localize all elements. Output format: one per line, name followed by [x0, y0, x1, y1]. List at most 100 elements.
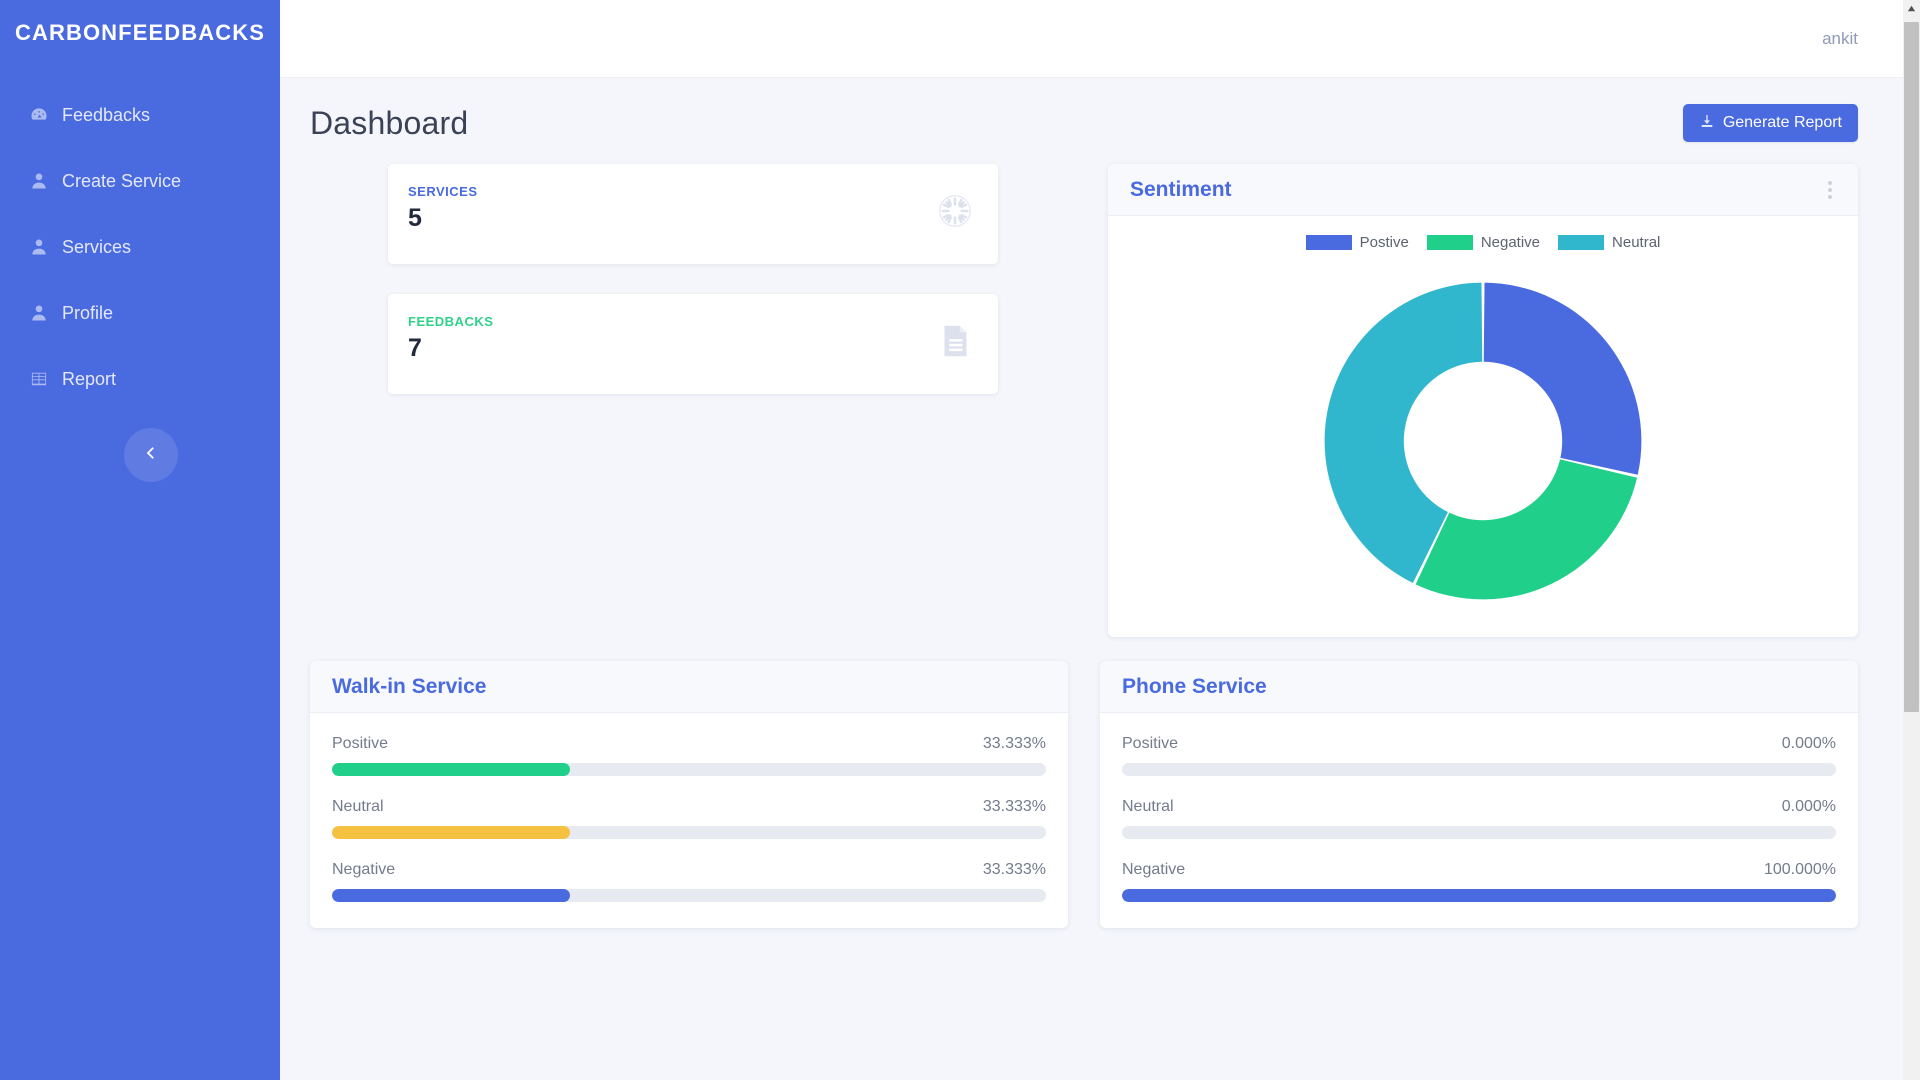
progress-value: 100.000%	[1764, 861, 1836, 879]
stat-label: FEEDBACKS	[408, 314, 493, 329]
progress-value: 0.000%	[1782, 798, 1836, 816]
stat-card-feedbacks[interactable]: FEEDBACKS 7	[388, 294, 998, 394]
sidebar-item-create-service[interactable]: Create Service	[0, 160, 280, 202]
brand-logo: CARBONFEEDBACKS	[0, 0, 280, 46]
progress-head: Neutral 0.000%	[1122, 798, 1836, 816]
sidebar-item-report[interactable]: Report	[0, 358, 280, 400]
sidebar-item-label: Profile	[62, 303, 113, 324]
legend-label: Postive	[1360, 234, 1409, 251]
progress-head: Negative 33.333%	[332, 861, 1046, 879]
legend-item[interactable]: Postive	[1306, 234, 1409, 251]
legend-item[interactable]: Negative	[1427, 234, 1540, 251]
chart-legend: Postive Negative Neutral	[1108, 234, 1858, 251]
progress-fill	[332, 763, 570, 776]
progress-fill	[1122, 889, 1836, 902]
progress-value: 33.333%	[983, 861, 1046, 879]
stat-text: FEEDBACKS 7	[408, 314, 493, 363]
top-row: SERVICES 5	[280, 142, 1920, 637]
sidebar-item-profile[interactable]: Profile	[0, 292, 280, 334]
walkin-service-title: Walk-in Service	[332, 675, 486, 699]
stat-card-services[interactable]: SERVICES 5	[388, 164, 998, 264]
progress-label: Positive	[1122, 735, 1178, 753]
legend-item[interactable]: Neutral	[1558, 234, 1660, 251]
progress-head: Negative 100.000%	[1122, 861, 1836, 879]
stat-value: 7	[408, 334, 493, 363]
sidebar-item-label: Feedbacks	[62, 105, 150, 126]
sentiment-card: Sentiment Postive Negative	[1108, 164, 1858, 637]
scrollbar-thumb[interactable]	[1904, 22, 1919, 712]
service-row: Walk-in Service Positive 33.333%	[280, 637, 1920, 928]
legend-swatch	[1427, 235, 1473, 250]
donut-chart-wrapper	[1108, 265, 1858, 617]
stat-text: SERVICES 5	[408, 184, 478, 233]
page-scrollbar[interactable]	[1903, 0, 1920, 1080]
progress-track	[332, 763, 1046, 776]
progress-track	[332, 826, 1046, 839]
progress-value: 33.333%	[983, 798, 1046, 816]
user-icon	[28, 302, 50, 324]
legend-label: Neutral	[1612, 234, 1660, 251]
walkin-service-card: Walk-in Service Positive 33.333%	[310, 661, 1068, 928]
progress-label: Positive	[332, 735, 388, 753]
page-title: Dashboard	[310, 105, 468, 142]
progress-fill	[332, 889, 570, 902]
progress-track	[1122, 763, 1836, 776]
progress-fill	[332, 826, 570, 839]
dashboard-page: CARBONFEEDBACKS Feedbacks Create Service…	[0, 0, 1920, 1080]
user-menu[interactable]: ankit	[1822, 29, 1858, 49]
top-bar: ankit	[280, 0, 1920, 78]
sidebar-item-services[interactable]: Services	[0, 226, 280, 268]
progress-head: Positive 0.000%	[1122, 735, 1836, 753]
caret-up-icon[interactable]	[1903, 0, 1920, 17]
progress-row: Neutral 0.000%	[1122, 798, 1836, 839]
sentiment-card-header: Sentiment	[1108, 164, 1858, 216]
legend-label: Negative	[1481, 234, 1540, 251]
phone-service-title: Phone Service	[1122, 675, 1267, 699]
sidebar-item-label: Services	[62, 237, 131, 258]
phone-service-card: Phone Service Positive 0.000%	[1100, 661, 1858, 928]
donut-slice[interactable]	[1484, 283, 1642, 475]
legend-swatch	[1558, 235, 1604, 250]
generate-report-label: Generate Report	[1723, 114, 1842, 132]
user-icon	[28, 236, 50, 258]
speedometer-icon	[28, 104, 50, 126]
progress-row: Negative 100.000%	[1122, 861, 1836, 902]
sentiment-title: Sentiment	[1130, 178, 1232, 202]
document-icon	[934, 320, 976, 362]
progress-row: Negative 33.333%	[332, 861, 1046, 902]
progress-head: Neutral 33.333%	[332, 798, 1046, 816]
spinner-icon	[934, 190, 976, 232]
stats-column: SERVICES 5	[310, 164, 1076, 424]
progress-row: Positive 33.333%	[332, 735, 1046, 776]
sentiment-donut-chart[interactable]	[1307, 265, 1659, 617]
progress-label: Negative	[332, 861, 395, 879]
user-icon	[28, 170, 50, 192]
phone-service-header: Phone Service	[1100, 661, 1858, 713]
chevron-left-icon	[142, 444, 160, 467]
walkin-service-body: Positive 33.333% Neutral 33.333%	[310, 713, 1068, 928]
progress-track	[1122, 826, 1836, 839]
progress-label: Neutral	[332, 798, 384, 816]
progress-head: Positive 33.333%	[332, 735, 1046, 753]
kebab-menu-icon[interactable]	[1824, 177, 1836, 203]
walkin-service-header: Walk-in Service	[310, 661, 1068, 713]
progress-row: Neutral 33.333%	[332, 798, 1046, 839]
sidebar-item-label: Create Service	[62, 171, 181, 192]
donut-slice[interactable]	[1416, 459, 1637, 599]
progress-value: 0.000%	[1782, 735, 1836, 753]
phone-service-body: Positive 0.000% Neutral 0.000%	[1100, 713, 1858, 928]
sidebar-collapse-button[interactable]	[124, 428, 178, 482]
stat-label: SERVICES	[408, 184, 478, 199]
table-icon	[28, 368, 50, 390]
sentiment-card-body: Postive Negative Neutral	[1108, 216, 1858, 637]
progress-row: Positive 0.000%	[1122, 735, 1836, 776]
sidebar-nav: Feedbacks Create Service Services Profil…	[0, 94, 280, 400]
generate-report-button[interactable]: Generate Report	[1683, 104, 1858, 142]
progress-label: Neutral	[1122, 798, 1174, 816]
sidebar-item-feedbacks[interactable]: Feedbacks	[0, 94, 280, 136]
progress-track	[332, 889, 1046, 902]
legend-swatch	[1306, 235, 1352, 250]
sidebar-item-label: Report	[62, 369, 116, 390]
sentiment-column: Sentiment Postive Negative	[1108, 164, 1858, 637]
page-header: Dashboard Generate Report	[280, 78, 1920, 142]
